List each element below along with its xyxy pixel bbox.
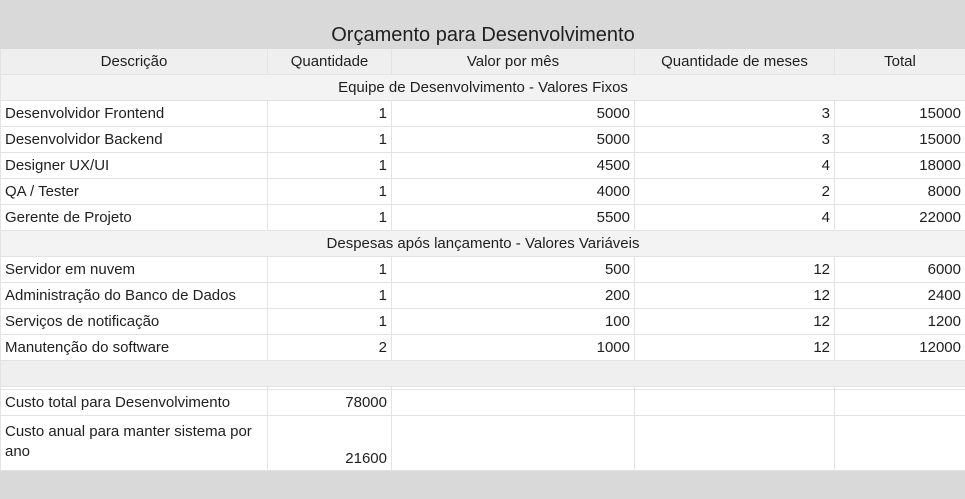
annual-cost-value[interactable]: 21600 xyxy=(268,416,392,471)
section-title-variable[interactable]: Despesas após lançamento - Valores Variá… xyxy=(1,231,965,257)
cell-monthly-value[interactable]: 5000 xyxy=(392,101,635,127)
table-row: Servidor em nuvem 1 500 12 6000 xyxy=(1,257,965,283)
cell-total[interactable]: 12000 xyxy=(835,335,965,361)
cell-total[interactable]: 15000 xyxy=(835,127,965,153)
cell-description[interactable]: Servidor em nuvem xyxy=(1,257,268,283)
header-description[interactable]: Descrição xyxy=(1,49,268,75)
table-row: Serviços de notificação 1 100 12 1200 xyxy=(1,309,965,335)
empty-merged-cell[interactable] xyxy=(1,471,965,499)
cell-monthly-value[interactable]: 500 xyxy=(392,257,635,283)
header-row: Descrição Quantidade Valor por mês Quant… xyxy=(1,49,965,75)
cell-total[interactable]: 22000 xyxy=(835,205,965,231)
cell[interactable] xyxy=(635,390,835,416)
cell-quantity[interactable]: 1 xyxy=(268,127,392,153)
cell-description[interactable]: Serviços de notificação xyxy=(1,309,268,335)
cell-month-count[interactable]: 12 xyxy=(635,257,835,283)
cell-total[interactable]: 8000 xyxy=(835,179,965,205)
cell-total[interactable]: 1200 xyxy=(835,309,965,335)
cell-month-count[interactable]: 3 xyxy=(635,101,835,127)
table-row: Desenvolvidor Frontend 1 5000 3 15000 xyxy=(1,101,965,127)
empty-merged-cell[interactable] xyxy=(1,361,965,387)
cell-monthly-value[interactable]: 1000 xyxy=(392,335,635,361)
cell[interactable] xyxy=(635,416,835,471)
table-row: QA / Tester 1 4000 2 8000 xyxy=(1,179,965,205)
section-title-fixed[interactable]: Equipe de Desenvolvimento - Valores Fixo… xyxy=(1,75,965,101)
header-total[interactable]: Total xyxy=(835,49,965,75)
table-row: Desenvolvidor Backend 1 5000 3 15000 xyxy=(1,127,965,153)
cell-total[interactable]: 18000 xyxy=(835,153,965,179)
cell-quantity[interactable]: 1 xyxy=(268,153,392,179)
cell-quantity[interactable]: 1 xyxy=(268,205,392,231)
annual-cost-label[interactable]: Custo anual para manter sistema por ano xyxy=(1,416,268,471)
title-row: Orçamento para Desenvolvimento xyxy=(1,6,965,49)
cell-quantity[interactable]: 2 xyxy=(268,335,392,361)
cell-monthly-value[interactable]: 5000 xyxy=(392,127,635,153)
cell-month-count[interactable]: 2 xyxy=(635,179,835,205)
table-row: Administração do Banco de Dados 1 200 12… xyxy=(1,283,965,309)
header-monthly-value[interactable]: Valor por mês xyxy=(392,49,635,75)
cell-total[interactable]: 6000 xyxy=(835,257,965,283)
dev-total-label[interactable]: Custo total para Desenvolvimento xyxy=(1,390,268,416)
cell[interactable] xyxy=(835,390,965,416)
cell[interactable] xyxy=(392,390,635,416)
budget-sheet: Orçamento para Desenvolvimento Descrição… xyxy=(0,0,965,499)
cell-monthly-value[interactable]: 4000 xyxy=(392,179,635,205)
cell-month-count[interactable]: 12 xyxy=(635,283,835,309)
footer-row xyxy=(1,471,965,499)
cell-month-count[interactable]: 12 xyxy=(635,335,835,361)
table-row: Designer UX/UI 1 4500 4 18000 xyxy=(1,153,965,179)
cell-month-count[interactable]: 4 xyxy=(635,153,835,179)
summary-row-annual: Custo anual para manter sistema por ano … xyxy=(1,416,965,471)
sheet-title[interactable]: Orçamento para Desenvolvimento xyxy=(1,6,965,49)
header-quantity[interactable]: Quantidade xyxy=(268,49,392,75)
table-row: Gerente de Projeto 1 5500 4 22000 xyxy=(1,205,965,231)
cell-description[interactable]: QA / Tester xyxy=(1,179,268,205)
cell-quantity[interactable]: 1 xyxy=(268,257,392,283)
cell[interactable] xyxy=(392,416,635,471)
cell-month-count[interactable]: 12 xyxy=(635,309,835,335)
cell-quantity[interactable]: 1 xyxy=(268,283,392,309)
cell-description[interactable]: Desenvolvidor Frontend xyxy=(1,101,268,127)
cell-description[interactable]: Desenvolvidor Backend xyxy=(1,127,268,153)
section-row-variable: Despesas após lançamento - Valores Variá… xyxy=(1,231,965,257)
cell-description[interactable]: Gerente de Projeto xyxy=(1,205,268,231)
cell-quantity[interactable]: 1 xyxy=(268,101,392,127)
cell-quantity[interactable]: 1 xyxy=(268,179,392,205)
header-month-count[interactable]: Quantidade de meses xyxy=(635,49,835,75)
cell-monthly-value[interactable]: 100 xyxy=(392,309,635,335)
cell-month-count[interactable]: 4 xyxy=(635,205,835,231)
table-row: Manutenção do software 2 1000 12 12000 xyxy=(1,335,965,361)
cell-description[interactable]: Designer UX/UI xyxy=(1,153,268,179)
summary-row-dev-total: Custo total para Desenvolvimento 78000 xyxy=(1,390,965,416)
cell[interactable] xyxy=(835,416,965,471)
cell-description[interactable]: Administração do Banco de Dados xyxy=(1,283,268,309)
cell-monthly-value[interactable]: 200 xyxy=(392,283,635,309)
cell-total[interactable]: 15000 xyxy=(835,101,965,127)
cell-monthly-value[interactable]: 4500 xyxy=(392,153,635,179)
cell-total[interactable]: 2400 xyxy=(835,283,965,309)
dev-total-value[interactable]: 78000 xyxy=(268,390,392,416)
section-row-fixed: Equipe de Desenvolvimento - Valores Fixo… xyxy=(1,75,965,101)
cell-month-count[interactable]: 3 xyxy=(635,127,835,153)
cell-monthly-value[interactable]: 5500 xyxy=(392,205,635,231)
cell-description[interactable]: Manutenção do software xyxy=(1,335,268,361)
cell-quantity[interactable]: 1 xyxy=(268,309,392,335)
spacer-row xyxy=(1,361,965,387)
